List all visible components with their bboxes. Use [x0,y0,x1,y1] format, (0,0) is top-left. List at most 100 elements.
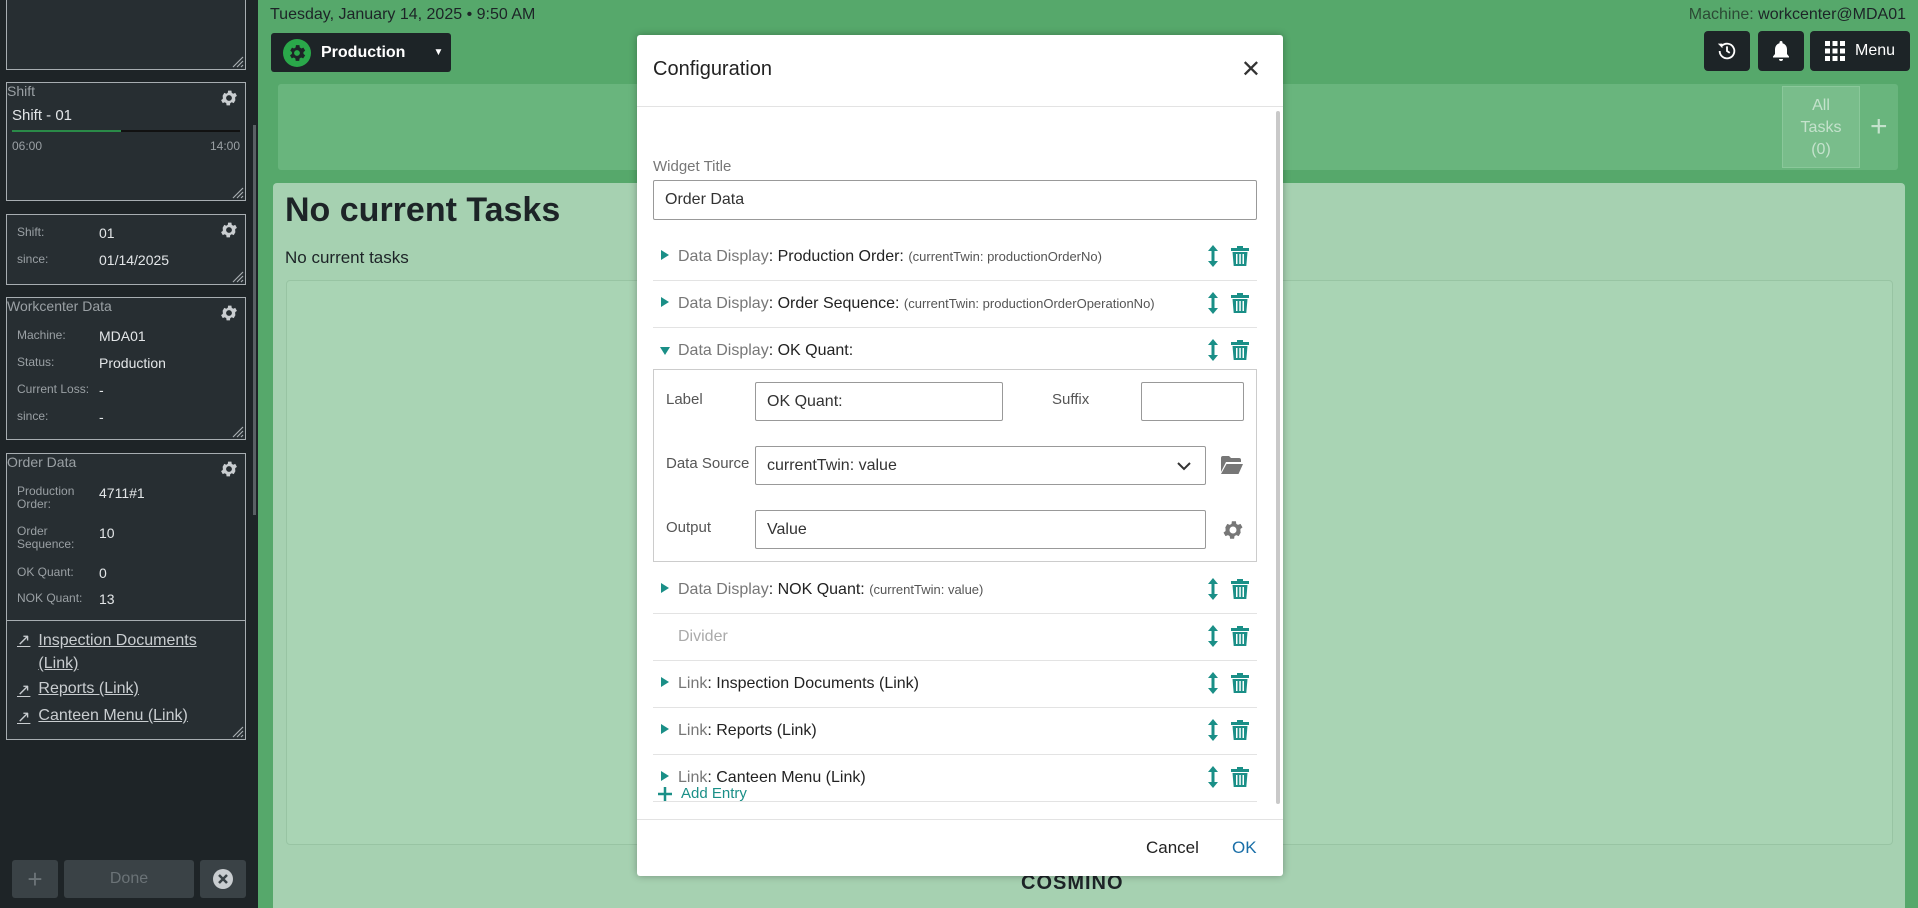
entry-row-divider[interactable]: Divider [653,614,1257,661]
link-reports[interactable]: ↗ Reports (Link) [17,680,139,700]
close-circle-icon [213,869,233,889]
trash-icon[interactable] [1231,293,1249,313]
chevron-down-icon: ▼ [433,47,444,58]
tasks-subtext: No current tasks [285,248,409,267]
entry-label: : Canteen Menu (Link) [707,769,866,786]
history-button[interactable] [1704,31,1750,71]
kv-row: NOK Quant: 13 [17,591,227,609]
ok-button[interactable]: OK [1232,838,1257,858]
kv-key: since: [17,409,49,423]
trash-icon[interactable] [1231,767,1249,787]
gear-icon[interactable] [219,459,239,479]
gear-icon[interactable] [219,88,239,108]
trash-icon[interactable] [1231,246,1249,266]
reorder-icon[interactable] [1206,625,1220,647]
workcenter-widget: Workcenter Data Machine: MDA01 Status: Pro… [6,297,246,440]
trash-icon[interactable] [1231,340,1249,360]
notifications-button[interactable] [1758,31,1804,71]
kv-value: 10 [99,525,115,541]
reorder-icon[interactable] [1206,578,1220,600]
entry-text: Data Display: OK Quant: [678,342,853,360]
expand-icon[interactable] [661,771,669,781]
tasks-heading: No current Tasks [285,191,561,229]
add-entry-label: Add Entry [681,785,747,802]
machine-value: workcenter@MDA01 [1758,6,1906,23]
entry-row[interactable]: Link: Inspection Documents (Link) [653,661,1257,708]
kv-key: Production Order: [17,484,75,511]
add-task-button[interactable]: + [1870,110,1888,144]
reorder-icon[interactable] [1206,672,1220,694]
dialog-scrollbar[interactable] [1276,111,1280,804]
gear-icon[interactable] [1221,518,1245,542]
close-icon[interactable]: ✕ [1241,55,1261,84]
trash-icon[interactable] [1231,720,1249,740]
cancel-button[interactable]: Cancel [1146,838,1199,858]
sidebar-scrollbar[interactable] [253,125,256,515]
trash-icon[interactable] [1231,579,1249,599]
resize-handle-icon[interactable] [232,187,244,199]
reorder-icon[interactable] [1206,719,1220,741]
expand-icon[interactable] [661,724,669,734]
external-link-icon: ↗ [17,682,31,699]
kv-value: 4711#1 [99,485,145,501]
resize-handle-icon[interactable] [232,726,244,738]
entry-row[interactable]: Data Display: Order Sequence: (currentTw… [653,281,1257,328]
dialog-header: Configuration ✕ [637,35,1283,107]
trash-icon[interactable] [1231,626,1249,646]
data-source-select[interactable]: currentTwin: value [755,446,1206,485]
kv-value: - [99,409,104,425]
link-inspection-documents[interactable]: ↗ Inspection Documents (Link) [17,629,237,675]
entry-row[interactable]: Data Display: NOK Quant: (currentTwin: v… [653,567,1257,614]
gear-icon[interactable] [219,220,239,240]
dialog-body: Widget Title Order Data Data Display: Pr… [637,107,1283,819]
collapse-icon[interactable] [660,347,670,355]
entry-text: Data Display: NOK Quant: (currentTwin: v… [678,581,983,599]
expand-icon[interactable] [661,297,669,307]
label-input[interactable]: OK Quant: [755,382,1003,421]
history-icon [1717,42,1736,60]
suffix-input[interactable] [1141,382,1244,421]
status-dropdown-button[interactable]: Production ▼ [271,33,451,72]
entry-row[interactable]: Link: Reports (Link) [653,708,1257,755]
expand-icon[interactable] [661,250,669,260]
done-button[interactable]: Done [64,860,194,898]
output-label: Output [666,519,712,536]
entry-label: : OK Quant: [768,342,854,359]
sidebar: Shift Shift - 01 06:00 14:00 Shift: 01 s… [0,0,258,908]
output-input[interactable]: Value [755,510,1206,549]
resize-handle-icon[interactable] [232,56,244,68]
folder-open-icon[interactable] [1221,456,1243,474]
menu-button[interactable]: Menu [1810,31,1910,71]
trash-icon[interactable] [1231,673,1249,693]
entry-source: (currentTwin: value) [869,582,984,597]
add-widget-button[interactable]: + [12,860,58,898]
reorder-icon[interactable] [1206,766,1220,788]
cancel-edit-button[interactable] [200,860,246,898]
reorder-icon[interactable] [1206,245,1220,267]
widget-title-input[interactable]: Order Data [653,180,1257,220]
data-source-value: currentTwin: value [767,456,897,474]
kv-key: Order Sequence: [17,524,75,551]
reorder-icon[interactable] [1206,292,1220,314]
kv-key: since: [17,252,49,266]
kv-row: since: - [17,409,217,427]
shift-name: Shift - 01 [12,107,73,124]
add-entry-button[interactable]: Add Entry [657,785,747,802]
entry-type: Data Display [678,581,769,598]
entry-text: Divider [678,628,728,646]
resize-handle-icon[interactable] [232,426,244,438]
gear-icon[interactable] [219,303,239,323]
status-button-label: Production [321,43,406,61]
reorder-icon[interactable] [1206,339,1220,361]
expand-icon[interactable] [661,677,669,687]
entry-row-expanded[interactable]: Data Display: OK Quant: [653,328,1257,375]
kv-row: Current Loss: - [17,382,217,400]
shift-end: 14:00 [209,139,240,153]
entry-label: : Reports (Link) [707,722,817,739]
expand-icon[interactable] [661,583,669,593]
entry-row[interactable]: Data Display: Production Order: (current… [653,234,1257,281]
shift-progress-track [12,130,240,132]
link-canteen-menu[interactable]: ↗ Canteen Menu (Link) [17,707,188,727]
resize-handle-icon[interactable] [232,271,244,283]
all-tasks-button[interactable]: All Tasks (0) [1782,86,1860,168]
